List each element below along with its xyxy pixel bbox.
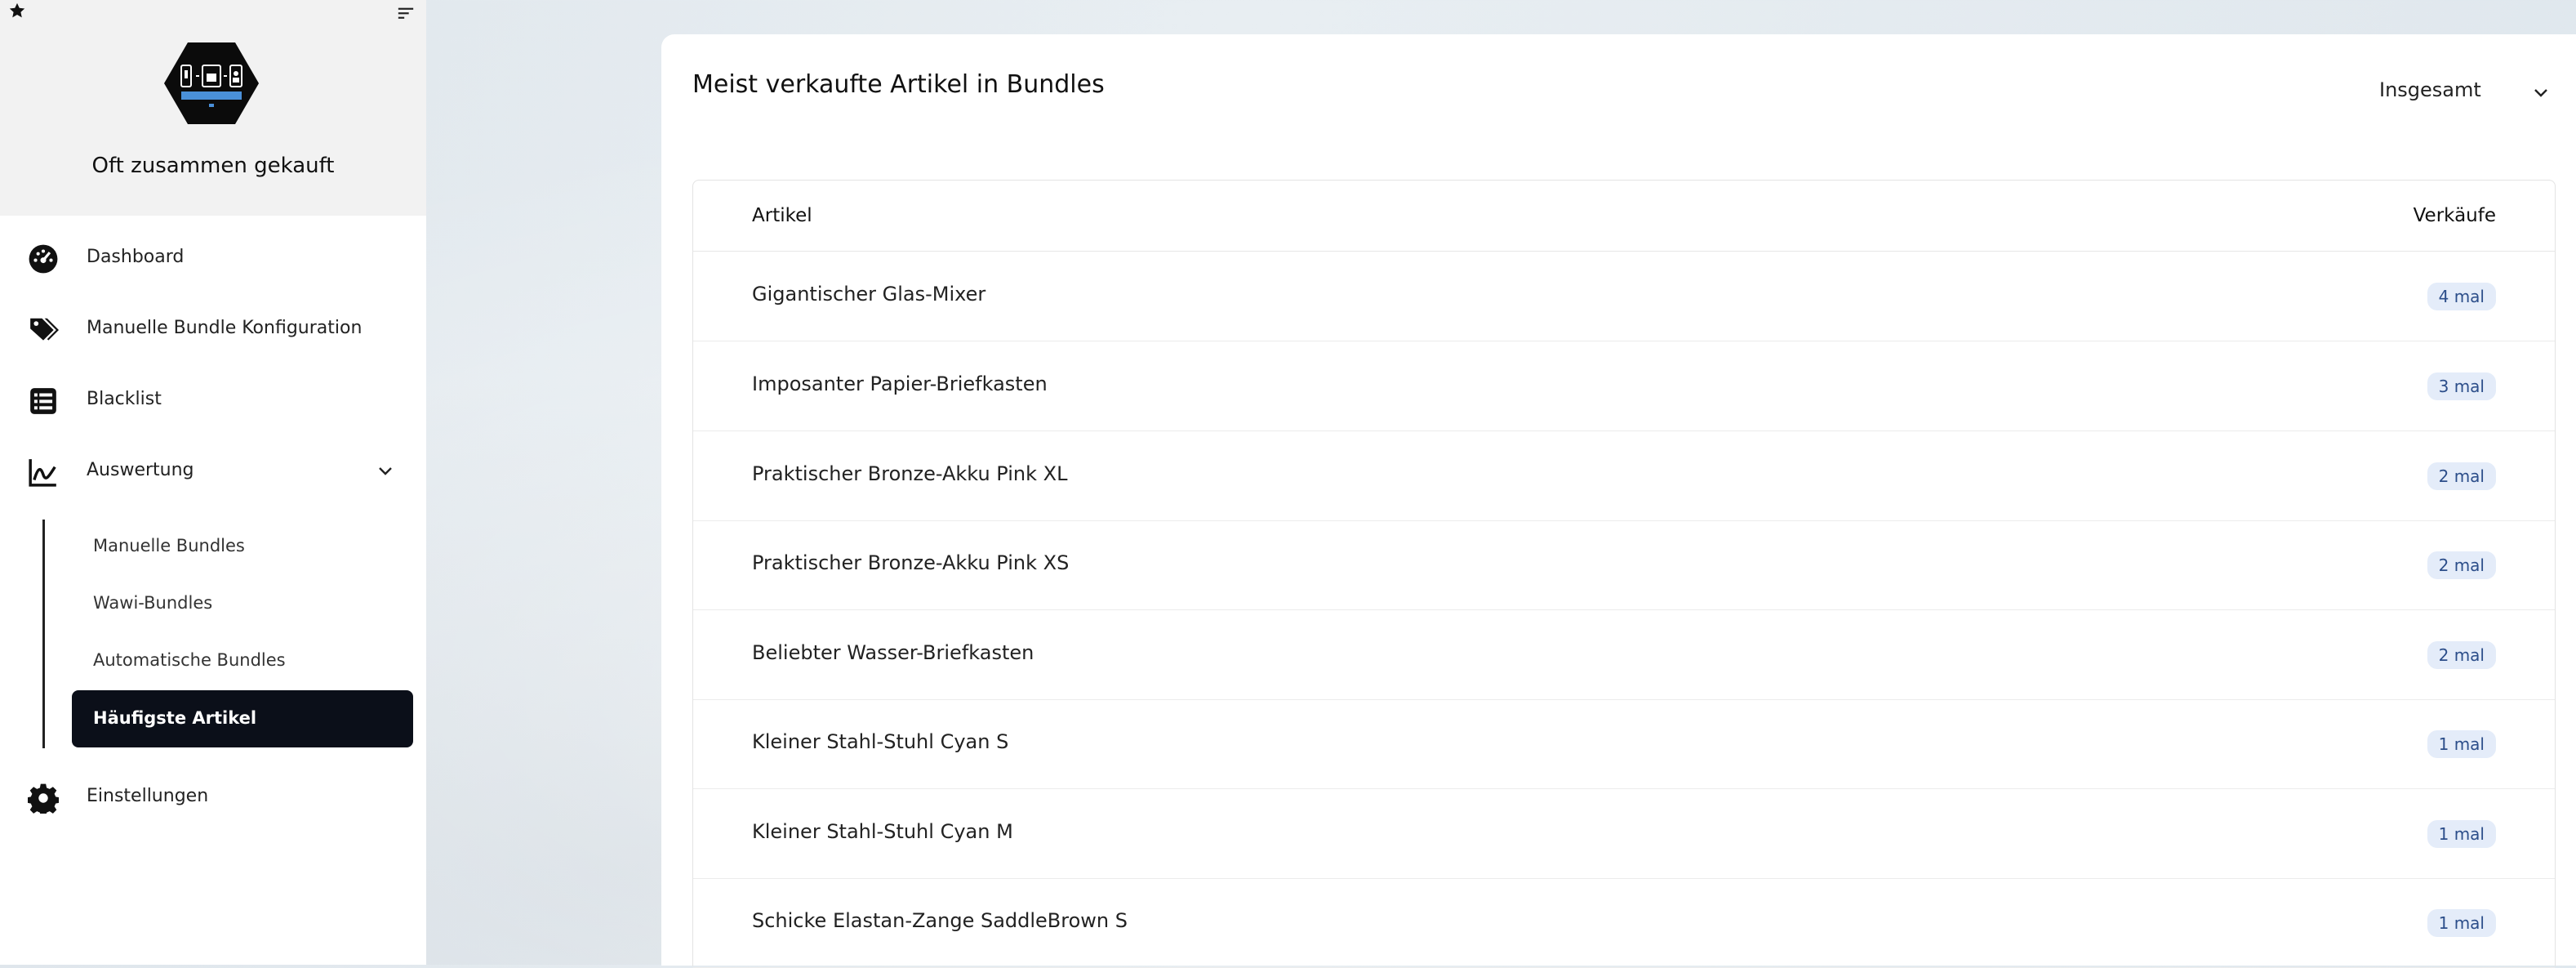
table-row[interactable]: Beliebter Wasser-Briefkasten 2 mal — [693, 610, 2555, 700]
sales-badge: 2 mal — [2427, 641, 2496, 669]
column-header-verkaeufe[interactable]: Verkäufe — [2414, 205, 2496, 226]
sidebar-item-blacklist[interactable]: Blacklist — [0, 366, 426, 431]
main-card: Meist verkaufte Artikel in Bundles Insge… — [661, 34, 2576, 968]
article-name: Praktischer Bronze-Akku Pink XL — [752, 462, 1068, 485]
sidebar-item-label: Manuelle Bundle Konfiguration — [87, 318, 363, 338]
table-row[interactable]: Praktischer Bronze-Akku Pink XS 2 mal — [693, 520, 2555, 610]
filter-icon[interactable] — [397, 5, 415, 23]
chevron-down-icon — [2534, 89, 2547, 97]
table-row[interactable]: Imposanter Papier-Briefkasten 3 mal — [693, 341, 2555, 431]
app-title: Oft zusammen gekauft — [91, 154, 335, 178]
sidebar-item-label: Blacklist — [87, 389, 162, 409]
article-name: Gigantischer Glas-Mixer — [752, 283, 986, 306]
chart-line-icon — [29, 459, 56, 487]
table-row[interactable]: Kleiner Stahl-Stuhl Cyan M 1 mal — [693, 789, 2555, 879]
article-name: Imposanter Papier-Briefkasten — [752, 372, 1048, 395]
sidebar-item-label: Dashboard — [87, 247, 185, 267]
sidebar-item-dashboard[interactable]: Dashboard — [0, 224, 426, 289]
submenu-item-label: Häufigste Artikel — [93, 708, 257, 728]
sales-badge: 3 mal — [2427, 372, 2496, 400]
sidebar-item-manual-bundle-config[interactable]: Manuelle Bundle Konfiguration — [0, 295, 426, 360]
article-name: Schicke Elastan-Zange SaddleBrown S — [752, 909, 1128, 932]
table-row[interactable]: Kleiner Stahl-Stuhl Cyan S 1 mal — [693, 699, 2555, 789]
sales-badge: 1 mal — [2427, 909, 2496, 937]
sidebar-item-auswertung[interactable]: Auswertung — [0, 437, 426, 502]
page-title: Meist verkaufte Artikel in Bundles — [692, 70, 1105, 99]
table-row[interactable]: Schicke Elastan-Zange SaddleBrown S 1 ma… — [693, 878, 2555, 968]
sales-badge: 2 mal — [2427, 551, 2496, 579]
sidebar-item-label: Auswertung — [87, 460, 194, 480]
sales-badge: 1 mal — [2427, 820, 2496, 848]
sidebar-item-label: Einstellungen — [87, 786, 209, 806]
submenu-item-label: Manuelle Bundles — [93, 536, 245, 555]
submenu-item-wawi-bundles[interactable]: Wawi-Bundles — [72, 575, 413, 632]
sales-badge: 1 mal — [2427, 730, 2496, 758]
gear-icon — [28, 783, 59, 814]
chevron-down-icon[interactable] — [377, 465, 394, 478]
list-icon — [30, 388, 56, 414]
submenu-line — [42, 520, 45, 748]
dashboard-gauge-icon — [29, 244, 58, 274]
sales-badge: 2 mal — [2427, 462, 2496, 490]
article-name: Kleiner Stahl-Stuhl Cyan S — [752, 730, 1009, 753]
table-row[interactable]: Gigantischer Glas-Mixer 4 mal — [693, 252, 2555, 341]
articles-table: Artikel Verkäufe Gigantischer Glas-Mixer… — [692, 180, 2556, 968]
article-name: Beliebter Wasser-Briefkasten — [752, 641, 1034, 664]
sidebar: Oft zusammen gekauft Dashboard Manuelle … — [0, 0, 426, 965]
column-header-artikel[interactable]: Artikel — [752, 205, 812, 226]
period-select-value: Insgesamt — [2379, 78, 2481, 101]
table-header: Artikel Verkäufe — [693, 181, 2555, 252]
period-select[interactable]: Insgesamt — [2379, 78, 2559, 111]
submenu-item-manual-bundles[interactable]: Manuelle Bundles — [72, 518, 413, 575]
sales-badge: 4 mal — [2427, 283, 2496, 310]
submenu-item-label: Wawi-Bundles — [93, 593, 213, 613]
sidebar-header: Oft zusammen gekauft — [0, 0, 426, 216]
article-name: Kleiner Stahl-Stuhl Cyan M — [752, 820, 1013, 843]
submenu-item-top-articles[interactable]: Häufigste Artikel — [72, 690, 413, 747]
table-row[interactable]: Praktischer Bronze-Akku Pink XL 2 mal — [693, 431, 2555, 521]
submenu-item-automatic-bundles[interactable]: Automatische Bundles — [72, 632, 413, 689]
submenu-item-label: Automatische Bundles — [93, 650, 286, 670]
article-name: Praktischer Bronze-Akku Pink XS — [752, 551, 1070, 574]
star-icon[interactable] — [8, 2, 26, 20]
sidebar-item-settings[interactable]: Einstellungen — [0, 763, 426, 828]
tags-icon — [30, 318, 59, 341]
app-logo-icon — [164, 42, 259, 124]
